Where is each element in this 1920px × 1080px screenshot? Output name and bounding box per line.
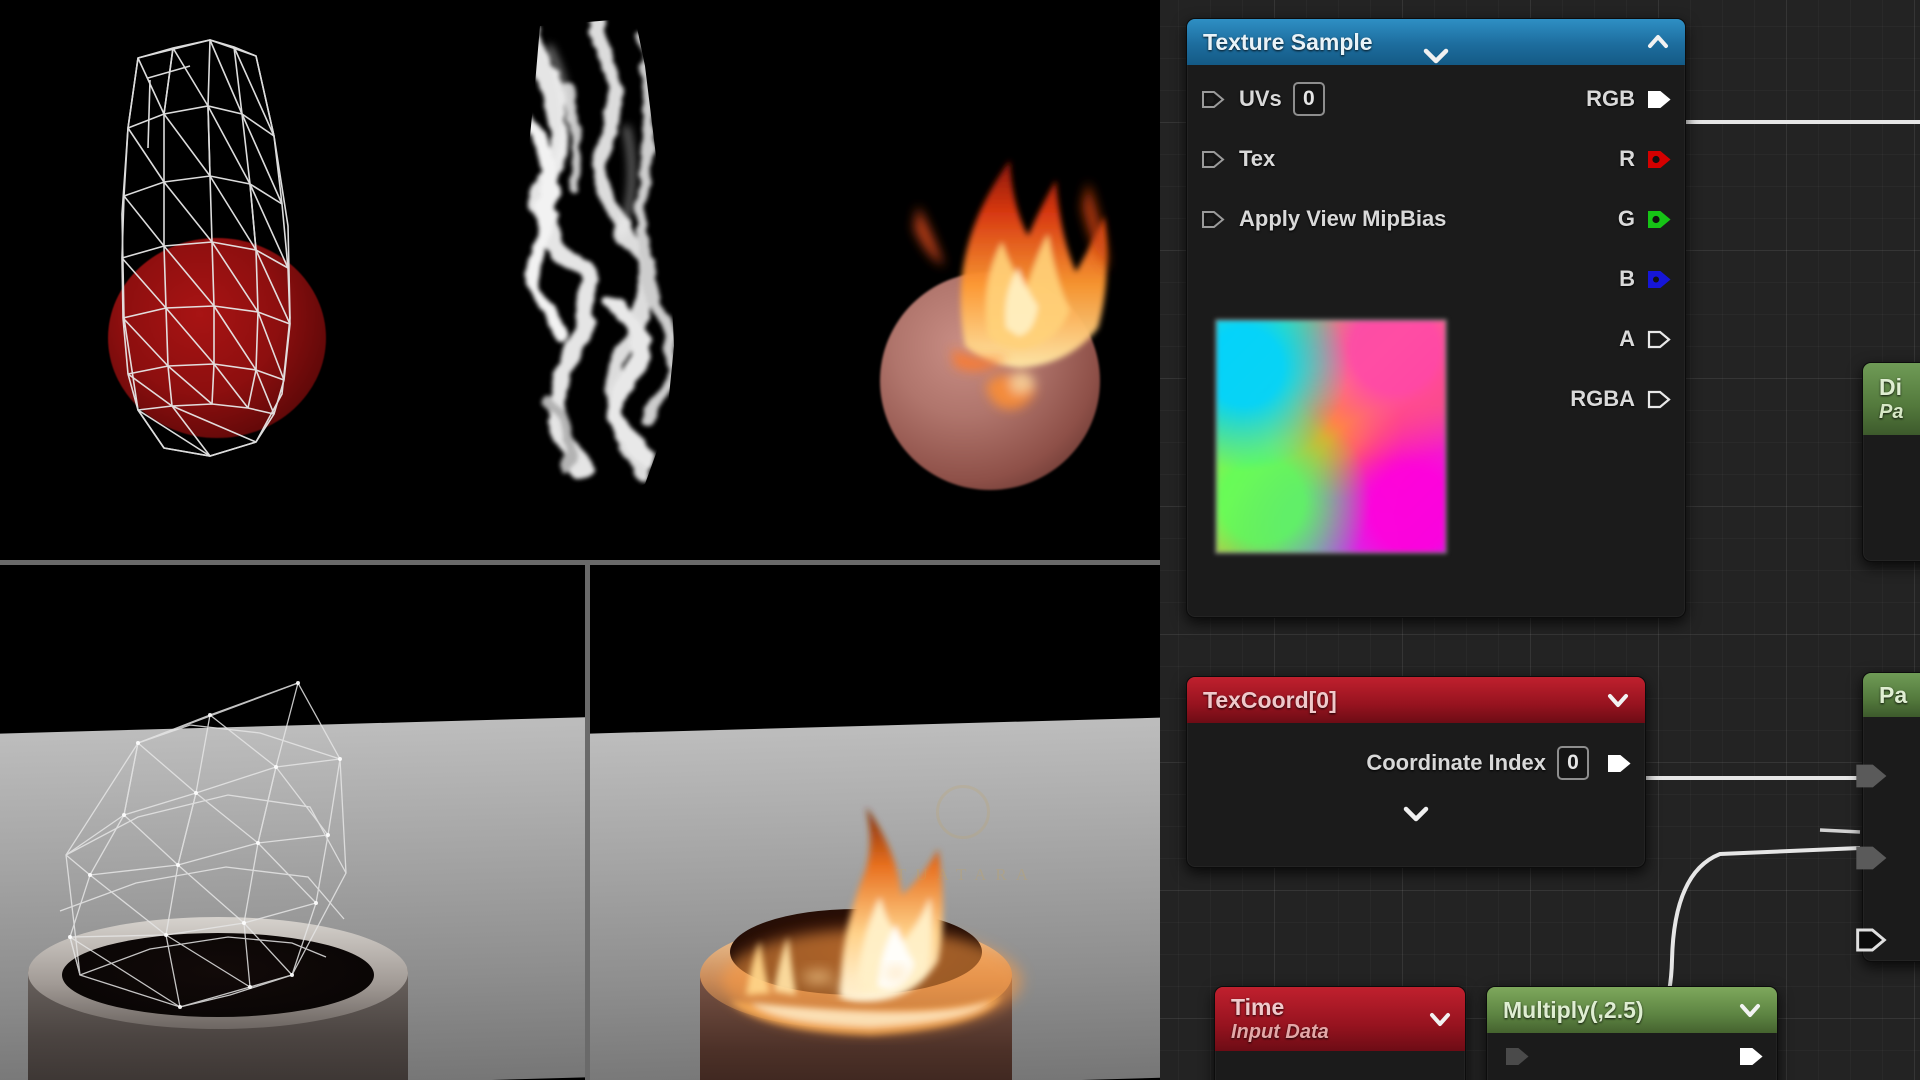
output-label-r: R xyxy=(1619,146,1635,171)
input-pin-partial-2[interactable] xyxy=(1855,845,1887,871)
output-pin-g[interactable] xyxy=(1647,210,1671,229)
node-texture-sample[interactable]: Texture Sample UVs 0 Tex Apply View MipB… xyxy=(1186,18,1686,618)
viewport-montage: TUATARA xyxy=(0,0,1160,1080)
pin-row-uvs[interactable]: UVs 0 xyxy=(1187,69,1487,129)
input-pin-tex[interactable] xyxy=(1201,150,1225,169)
texture-preview-swatch[interactable] xyxy=(1215,319,1447,554)
node-header-partial-green-bottom[interactable]: Pa xyxy=(1863,673,1920,717)
input-label-coordinate-index: Coordinate Index xyxy=(1366,750,1546,775)
output-pin-b[interactable] xyxy=(1647,270,1671,289)
watermark-text: TUATARA xyxy=(896,865,1037,884)
output-label-b: B xyxy=(1619,266,1635,291)
pin-row-coordinate-index[interactable]: Coordinate Index 0 xyxy=(1187,733,1645,793)
chevron-down-icon[interactable] xyxy=(1427,1006,1453,1032)
expand-node-button[interactable] xyxy=(1187,35,1685,75)
input-label-uvs: UVs xyxy=(1239,86,1282,111)
flame-noise-texture xyxy=(508,18,674,504)
expand-texcoord-button[interactable] xyxy=(1187,793,1645,833)
node-body-partial-green-bottom xyxy=(1856,717,1920,952)
output-pin-rgb[interactable] xyxy=(1647,90,1671,109)
node-body-multiply xyxy=(1487,1033,1777,1080)
node-texcoord[interactable]: TexCoord[0] Coordinate Index 0 xyxy=(1186,676,1646,868)
node-multiply[interactable]: Multiply(,2.5) xyxy=(1486,986,1778,1080)
fire-preview-flames xyxy=(914,160,1108,410)
pin-row-rgb[interactable]: RGB xyxy=(1475,69,1685,129)
chevron-down-icon[interactable] xyxy=(1737,997,1763,1023)
flame-wireframe-mesh xyxy=(121,39,291,457)
input-value-coordinate-index[interactable]: 0 xyxy=(1557,746,1589,780)
node-title-partial-green-bottom: Pa xyxy=(1879,681,1908,708)
chevron-down-icon xyxy=(1403,806,1429,822)
node-title-time: Time xyxy=(1231,994,1285,1020)
input-label-apply-view-mipbias: Apply View MipBias xyxy=(1239,206,1447,231)
output-pin-multiply[interactable] xyxy=(1739,1047,1763,1066)
input-label-tex: Tex xyxy=(1239,146,1276,171)
node-title-partial-green-top: Di xyxy=(1879,374,1902,400)
node-partial-green-top[interactable]: Di Pa xyxy=(1862,362,1920,562)
input-pin-partial-3[interactable] xyxy=(1855,927,1887,953)
chevron-down-icon[interactable] xyxy=(1605,687,1631,713)
watermark-ring-icon xyxy=(936,785,990,839)
node-header-multiply[interactable]: Multiply(,2.5) xyxy=(1487,987,1777,1033)
node-time[interactable]: Time Input Data xyxy=(1214,986,1466,1080)
output-pin-texcoord[interactable] xyxy=(1607,754,1631,773)
viewport-panel-brazier-wireframe[interactable] xyxy=(0,565,585,1080)
pin-row-a[interactable]: A xyxy=(1475,309,1685,369)
output-pin-r[interactable] xyxy=(1647,150,1671,169)
viewport-panel-brazier-fire[interactable]: TUATARA xyxy=(590,565,1160,1080)
pin-row-tex[interactable]: Tex xyxy=(1187,129,1487,189)
output-pin-rgba[interactable] xyxy=(1647,390,1671,409)
flame-dome-wireframe xyxy=(59,681,347,1009)
pin-row-apply-view-mipbias[interactable]: Apply View MipBias xyxy=(1187,189,1487,249)
node-header-texcoord[interactable]: TexCoord[0] xyxy=(1187,677,1645,723)
viewport-panel-flame-wireframe[interactable] xyxy=(0,0,1160,560)
node-title-multiply: Multiply(,2.5) xyxy=(1503,996,1644,1023)
pin-row-rgba[interactable]: RGBA xyxy=(1475,369,1685,429)
output-label-rgba: RGBA xyxy=(1570,386,1635,411)
node-partial-green-bottom[interactable]: Pa xyxy=(1856,672,1920,962)
screen-root: TUATARA Texture Sample UVs 0 Tex Apply V… xyxy=(0,0,1920,1080)
input-pin-apply-view-mipbias[interactable] xyxy=(1201,210,1225,229)
input-pin-partial-1[interactable] xyxy=(1855,763,1887,789)
pin-row-b[interactable]: B xyxy=(1475,249,1685,309)
output-label-a: A xyxy=(1619,326,1635,351)
chevron-down-icon xyxy=(1423,48,1449,64)
material-graph-canvas[interactable]: Texture Sample UVs 0 Tex Apply View MipB… xyxy=(1160,0,1920,1080)
node-body-texcoord: Coordinate Index 0 xyxy=(1187,723,1645,839)
output-label-rgb: RGB xyxy=(1586,86,1635,111)
brazier-fire-flames xyxy=(722,807,1022,1035)
node-subtitle-partial-green-top: Pa xyxy=(1879,401,1904,423)
pin-row-g[interactable]: G xyxy=(1475,189,1685,249)
output-label-g: G xyxy=(1617,206,1635,231)
input-pin-multiply-a[interactable] xyxy=(1505,1047,1529,1066)
input-pin-uvs[interactable] xyxy=(1201,90,1225,109)
output-pin-a[interactable] xyxy=(1647,330,1671,349)
node-header-time[interactable]: Time Input Data xyxy=(1215,987,1465,1051)
node-body-texture-sample: UVs 0 Tex Apply View MipBias RGB R G B A… xyxy=(1187,48,1685,554)
node-title-texcoord: TexCoord[0] xyxy=(1203,686,1337,713)
input-value-uvs[interactable]: 0 xyxy=(1292,82,1325,116)
pin-row-r[interactable]: R xyxy=(1475,129,1685,189)
node-header-partial-green-top[interactable]: Di Pa xyxy=(1863,363,1920,435)
node-subtitle-time: Input Data xyxy=(1231,1021,1329,1043)
